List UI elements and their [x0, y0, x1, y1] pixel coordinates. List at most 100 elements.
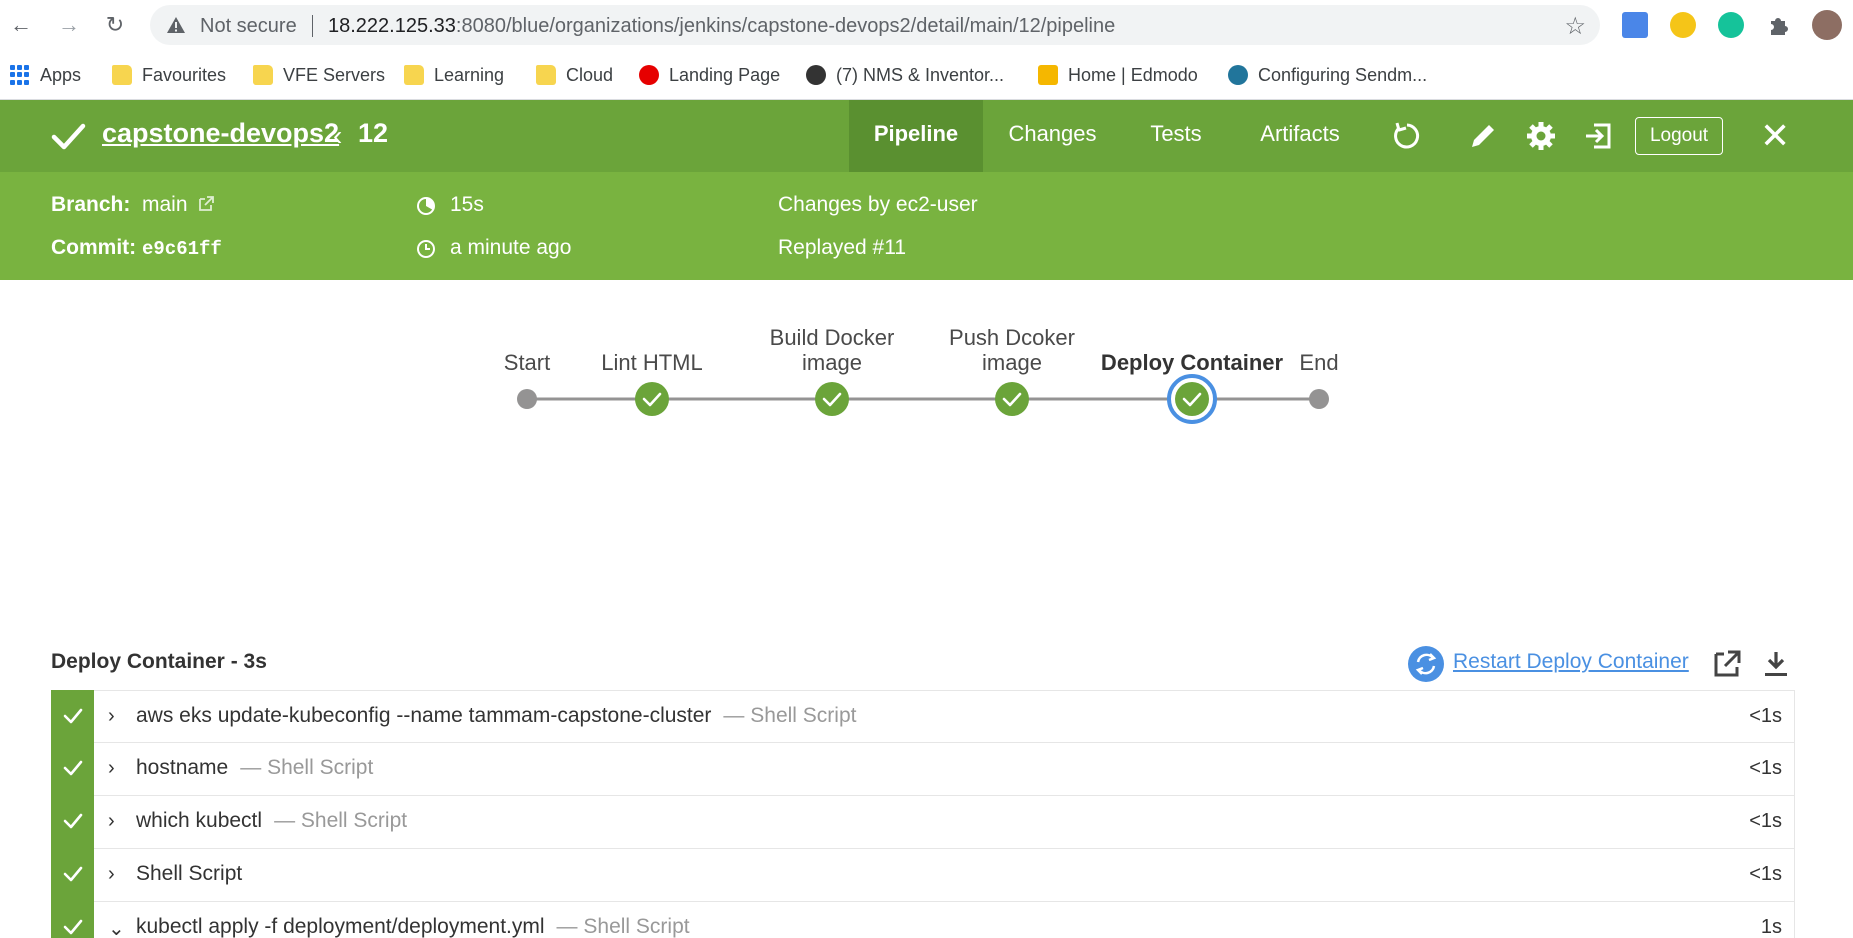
chevron-right-icon[interactable]: › — [108, 705, 115, 728]
bookmark-apps[interactable]: Apps — [10, 62, 81, 88]
step-row[interactable]: › hostname — Shell Script <1s — [51, 742, 1795, 796]
browser-toolbar: ← → ↻ Not secure 18.222.125.33:8080/blue… — [0, 0, 1853, 50]
bookmark-configuring-sendmail[interactable]: Configuring Sendm... — [1228, 62, 1427, 88]
check-icon — [63, 708, 83, 724]
chevron-right-icon[interactable]: › — [108, 810, 115, 833]
bookmark-favourites[interactable]: Favourites — [112, 62, 226, 88]
url-text[interactable]: 18.222.125.33:8080/blue/organizations/je… — [328, 15, 1115, 38]
steps-list: › aws eks update-kubeconfig --name tammam… — [51, 690, 1795, 938]
nms-icon — [806, 65, 826, 85]
stage-node-deploy-container[interactable] — [1167, 374, 1217, 424]
close-icon[interactable]: ✕ — [1760, 116, 1790, 156]
step-command: kubectl apply -f deployment/deployment.y… — [136, 915, 690, 938]
chevron-right-icon[interactable]: › — [108, 757, 115, 780]
restart-stage-icon[interactable] — [1408, 646, 1444, 682]
tab-pipeline[interactable]: Pipeline — [849, 100, 983, 172]
translate-extension-icon[interactable] — [1622, 12, 1648, 38]
check-icon — [63, 813, 83, 829]
check-icon — [63, 866, 83, 882]
wordpress-icon — [1228, 65, 1248, 85]
pipeline-name-link[interactable]: capstone-devops2 — [102, 118, 339, 149]
pipeline-graph: Start Lint HTML Build Docker image Push Dco… — [0, 280, 1853, 610]
success-check-icon — [51, 123, 86, 150]
stage-node-build-docker-image[interactable] — [815, 382, 849, 416]
step-row[interactable]: › aws eks update-kubeconfig --name tammam… — [51, 690, 1795, 744]
warning-icon — [167, 17, 185, 33]
tab-tests[interactable]: Tests — [1140, 100, 1212, 172]
bookmark-landing-page[interactable]: Landing Page — [639, 62, 780, 88]
commit-hash[interactable]: e9c61ff — [142, 238, 222, 260]
step-row[interactable]: › Shell Script <1s — [51, 848, 1795, 902]
restart-stage-link[interactable]: Restart Deploy Container — [1453, 650, 1689, 674]
stage-label-end: End — [1299, 350, 1339, 375]
branch-link[interactable]: main — [142, 193, 215, 217]
stage-node-start — [517, 389, 537, 409]
bookmark-nms-inventory[interactable]: (7) NMS & Inventor... — [806, 62, 1004, 88]
stage-label-start: Start — [503, 350, 551, 375]
v-extension-icon[interactable] — [1670, 12, 1696, 38]
reload-icon[interactable]: ↻ — [102, 12, 128, 38]
run-number: 12 — [358, 118, 389, 148]
rerun-icon[interactable] — [1391, 120, 1423, 152]
gear-icon[interactable] — [1525, 120, 1557, 152]
bookmark-vfe-servers[interactable]: VFE Servers — [253, 62, 385, 88]
logout-button[interactable]: Logout — [1635, 117, 1723, 155]
apps-grid-icon — [10, 65, 30, 85]
step-status-success — [51, 690, 94, 744]
not-secure-label: Not secure — [200, 15, 297, 37]
replayed-from: Replayed #11 — [778, 236, 907, 259]
step-command: hostname — Shell Script — [136, 756, 374, 779]
omnibox-divider — [312, 15, 313, 37]
stage-label-deploy-container[interactable]: Deploy Container — [1101, 350, 1283, 375]
open-in-new-window-icon[interactable] — [1710, 648, 1742, 680]
vodafone-icon — [639, 65, 659, 85]
back-icon[interactable]: ← — [8, 12, 34, 38]
run-time-ago: a minute ago — [450, 236, 572, 259]
step-row[interactable]: › which kubectl — Shell Script <1s — [51, 795, 1795, 849]
extensions-puzzle-icon[interactable] — [1766, 12, 1792, 38]
pipeline-graph-canvas — [517, 374, 1329, 424]
tab-changes[interactable]: Changes — [995, 100, 1110, 172]
stage-label-build-docker-image[interactable]: Build Docker image — [762, 325, 902, 375]
step-status-success — [51, 795, 94, 849]
check-icon — [63, 919, 83, 935]
clock-icon — [417, 240, 435, 258]
step-duration: <1s — [1749, 705, 1782, 727]
folder-icon — [536, 65, 556, 85]
address-bar[interactable]: Not secure 18.222.125.33:8080/blue/organ… — [150, 5, 1600, 45]
tab-artifacts[interactable]: Artifacts — [1250, 100, 1350, 172]
forward-icon[interactable]: → — [56, 12, 82, 38]
stage-label-push-dcoker-image[interactable]: Push Dcoker image — [942, 325, 1082, 375]
chevron-down-icon[interactable]: ⌄ — [108, 916, 125, 938]
bookmark-learning[interactable]: Learning — [404, 62, 504, 88]
bookmark-cloud[interactable]: Cloud — [536, 62, 613, 88]
step-type: — Shell Script — [240, 756, 374, 779]
check-icon — [63, 760, 83, 776]
edit-pencil-icon[interactable] — [1467, 120, 1499, 152]
chevron-left-icon: ‹ — [333, 120, 343, 151]
step-type: — Shell Script — [723, 704, 857, 727]
run-summary: Branch: main Commit: e9c61ff 15s a minut… — [0, 172, 1853, 280]
step-status-success — [51, 848, 94, 902]
commit-label: Commit: — [51, 236, 137, 259]
step-status-success — [51, 901, 94, 938]
branch-label: Branch: — [51, 193, 131, 216]
profile-avatar[interactable] — [1812, 10, 1842, 40]
download-log-icon[interactable] — [1760, 648, 1792, 680]
edmodo-icon — [1038, 65, 1058, 85]
exit-classic-icon[interactable] — [1582, 120, 1614, 152]
bookmark-star-icon[interactable]: ☆ — [1564, 12, 1586, 41]
step-command: Shell Script — [136, 862, 243, 885]
folder-icon — [253, 65, 273, 85]
chevron-right-icon[interactable]: › — [108, 863, 115, 886]
step-command: aws eks update-kubeconfig --name tammam-… — [136, 704, 857, 727]
stage-node-lint-html[interactable] — [635, 382, 669, 416]
step-duration: <1s — [1749, 863, 1782, 885]
bookmark-edmodo[interactable]: Home | Edmodo — [1038, 62, 1198, 88]
step-row[interactable]: ⌄ kubectl apply -f deployment/deployment.… — [51, 901, 1795, 938]
grammarly-extension-icon[interactable] — [1718, 12, 1744, 38]
duration-icon — [417, 197, 435, 215]
stage-node-push-dcoker-image[interactable] — [995, 382, 1029, 416]
step-duration: 1s — [1760, 916, 1782, 938]
stage-label-lint-html[interactable]: Lint HTML — [601, 350, 702, 375]
